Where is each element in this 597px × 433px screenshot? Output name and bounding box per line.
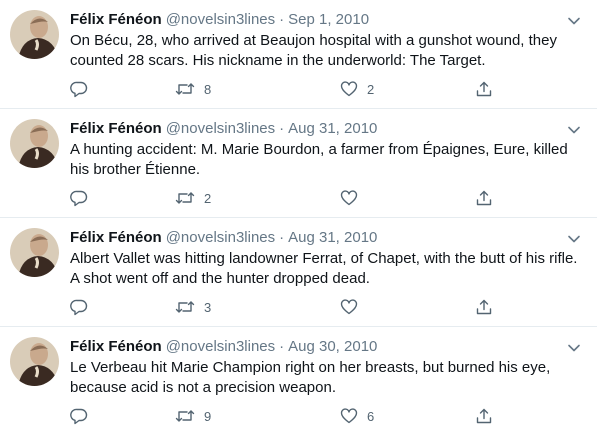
share-button[interactable]: [475, 187, 493, 209]
like-button[interactable]: 2: [340, 78, 374, 100]
tweet-date[interactable]: Aug 30, 2010: [288, 338, 377, 355]
retweet-button[interactable]: 9: [175, 405, 211, 427]
tweet-date[interactable]: Sep 1, 2010: [288, 11, 369, 28]
heart-icon: [340, 298, 358, 316]
reply-icon: [70, 407, 88, 425]
retweet-icon: [175, 407, 195, 425]
tweet[interactable]: Félix Fénéon @novelsin3lines · Sep 1, 2010 …: [0, 0, 597, 109]
avatar[interactable]: [10, 337, 59, 386]
retweet-count: 9: [204, 408, 212, 424]
like-count: 2: [367, 81, 375, 97]
share-button[interactable]: [475, 296, 493, 318]
tweet-text: Albert Vallet was hitting landowner Ferr…: [70, 250, 578, 287]
reply-button[interactable]: [70, 78, 88, 100]
avatar[interactable]: [10, 119, 59, 168]
tweet-date[interactable]: Aug 31, 2010: [288, 229, 377, 246]
author-handle[interactable]: @novelsin3lines: [166, 338, 275, 355]
author-name[interactable]: Félix Fénéon: [70, 120, 162, 137]
tweet-date[interactable]: Aug 31, 2010: [288, 120, 377, 137]
share-icon: [475, 189, 493, 207]
chevron-down-icon[interactable]: [565, 339, 583, 357]
reply-icon: [70, 80, 88, 98]
share-icon: [475, 407, 493, 425]
chevron-down-icon[interactable]: [565, 121, 583, 139]
heart-icon: [340, 407, 358, 425]
share-icon: [475, 298, 493, 316]
author-handle[interactable]: @novelsin3lines: [166, 229, 275, 246]
author-name[interactable]: Félix Fénéon: [70, 11, 162, 28]
retweet-button[interactable]: 3: [175, 296, 211, 318]
retweet-button[interactable]: 8: [175, 78, 211, 100]
avatar[interactable]: [10, 228, 59, 277]
tweet-actions: 9 6: [70, 405, 581, 427]
tweet-header: Félix Fénéon @novelsin3lines · Aug 31, 2010: [70, 228, 557, 248]
heart-icon: [340, 80, 358, 98]
avatar[interactable]: [10, 10, 59, 59]
tweet[interactable]: Félix Fénéon @novelsin3lines · Aug 31, 2010…: [0, 109, 597, 218]
author-handle[interactable]: @novelsin3lines: [166, 11, 275, 28]
chevron-down-icon[interactable]: [565, 230, 583, 248]
like-button[interactable]: 6: [340, 405, 374, 427]
separator: ·: [279, 338, 285, 355]
reply-icon: [70, 189, 88, 207]
tweet-actions: 3: [70, 296, 581, 318]
retweet-icon: [175, 80, 195, 98]
share-icon: [475, 80, 493, 98]
retweet-count: 8: [204, 81, 212, 97]
tweet-text: Le Verbeau hit Marie Champion right on h…: [70, 359, 551, 396]
tweet[interactable]: Félix Fénéon @novelsin3lines · Aug 31, 2010…: [0, 218, 597, 327]
tweet-actions: 8 2: [70, 78, 581, 100]
reply-icon: [70, 298, 88, 316]
reply-button[interactable]: [70, 296, 88, 318]
tweet[interactable]: Félix Fénéon @novelsin3lines · Aug 30, 2010…: [0, 327, 597, 433]
author-name[interactable]: Félix Fénéon: [70, 338, 162, 355]
separator: ·: [279, 11, 285, 28]
tweet-text: On Bécu, 28, who arrived at Beaujon hosp…: [70, 32, 557, 69]
tweet-header: Félix Fénéon @novelsin3lines · Aug 30, 2010: [70, 337, 557, 357]
like-count: 6: [367, 408, 375, 424]
retweet-icon: [175, 298, 195, 316]
separator: ·: [279, 229, 285, 246]
author-handle[interactable]: @novelsin3lines: [166, 120, 275, 137]
author-name[interactable]: Félix Fénéon: [70, 229, 162, 246]
reply-button[interactable]: [70, 405, 88, 427]
like-button[interactable]: [340, 296, 367, 318]
tweet-text: A hunting accident: M. Marie Bourdon, a …: [70, 141, 568, 178]
reply-button[interactable]: [70, 187, 88, 209]
retweet-count: 2: [204, 190, 212, 206]
share-button[interactable]: [475, 405, 493, 427]
timeline: Félix Fénéon @novelsin3lines · Sep 1, 2010 …: [0, 0, 597, 433]
tweet-header: Félix Fénéon @novelsin3lines · Aug 31, 2010: [70, 119, 557, 139]
tweet-header: Félix Fénéon @novelsin3lines · Sep 1, 2010: [70, 10, 557, 30]
like-button[interactable]: [340, 187, 367, 209]
share-button[interactable]: [475, 78, 493, 100]
chevron-down-icon[interactable]: [565, 12, 583, 30]
retweet-count: 3: [204, 299, 212, 315]
tweet-actions: 2: [70, 187, 581, 209]
retweet-icon: [175, 189, 195, 207]
separator: ·: [279, 120, 285, 137]
heart-icon: [340, 189, 358, 207]
retweet-button[interactable]: 2: [175, 187, 211, 209]
